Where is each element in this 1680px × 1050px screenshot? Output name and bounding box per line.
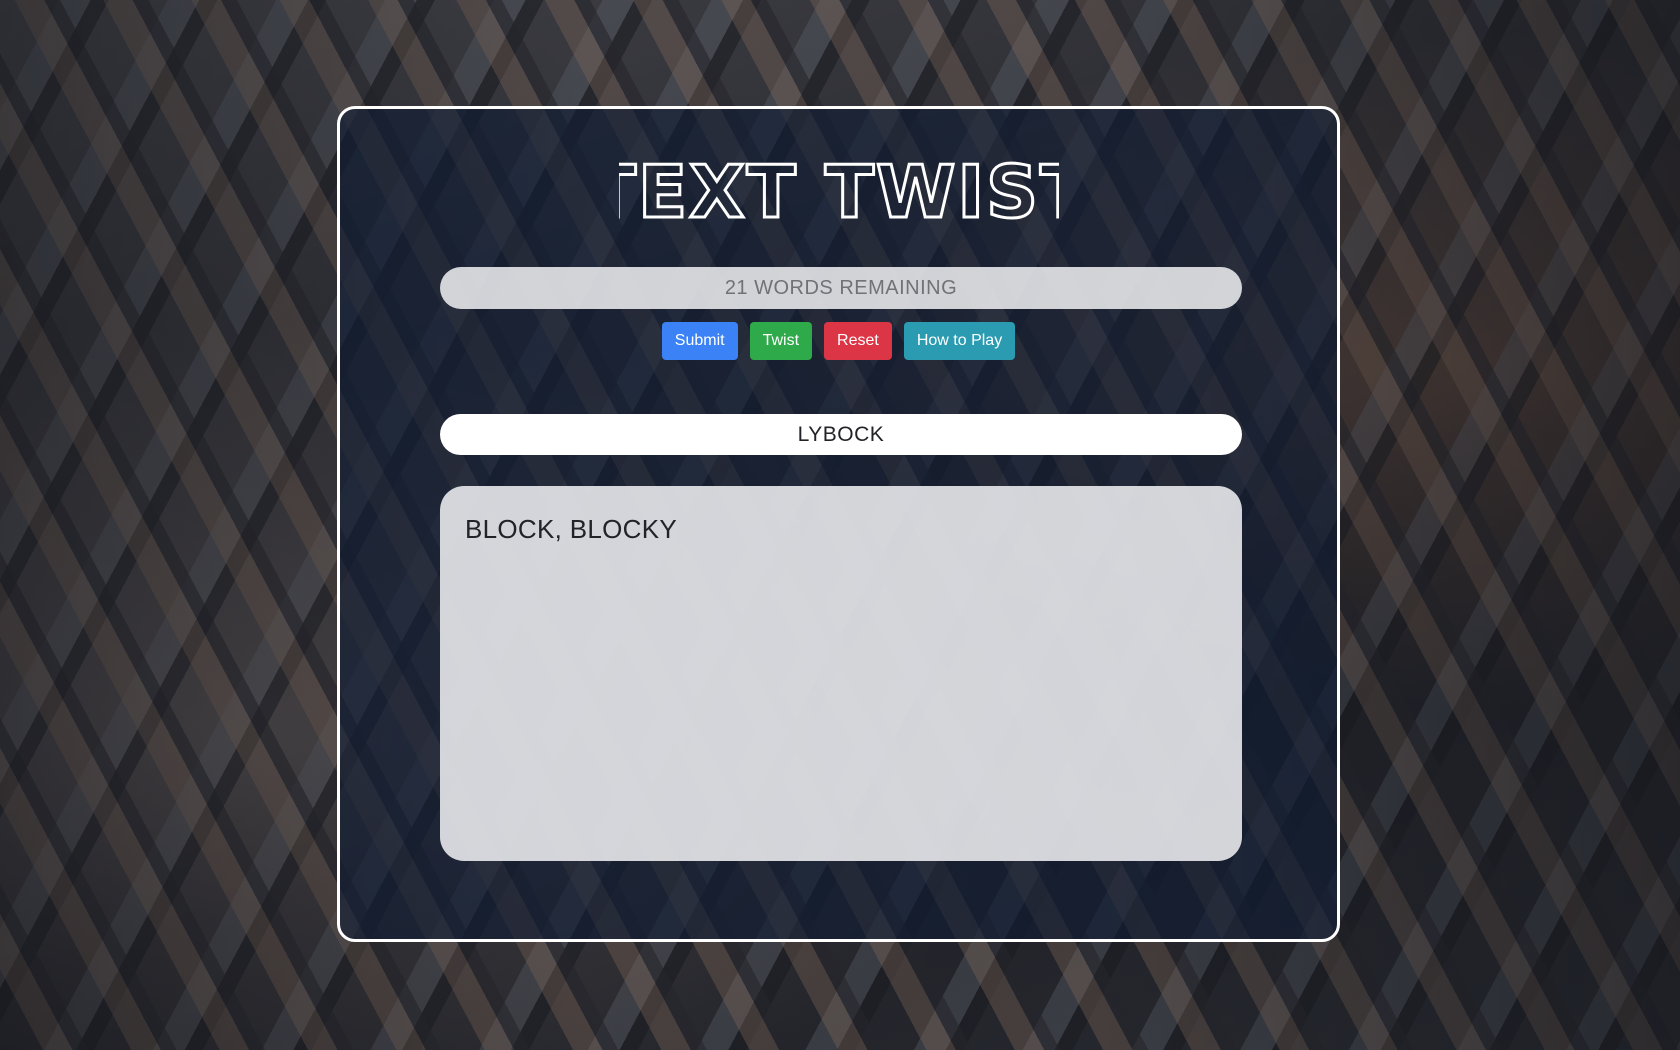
game-title: TEXT TWIST <box>340 155 1337 235</box>
action-buttons: Submit Twist Reset How to Play <box>340 322 1337 360</box>
game-panel: TEXT TWIST 21 WORDS REMAINING Submit Twi… <box>337 106 1340 942</box>
words-remaining-bar: 21 WORDS REMAINING <box>440 267 1242 309</box>
reset-button[interactable]: Reset <box>824 322 892 360</box>
title-text: TEXT TWIST <box>619 155 1059 225</box>
found-words-list: BLOCK, BLOCKY <box>465 514 677 544</box>
how-to-play-button[interactable]: How to Play <box>903 322 1016 360</box>
submit-button[interactable]: Submit <box>661 322 738 360</box>
title-logo: TEXT TWIST <box>619 155 1059 225</box>
twist-button[interactable]: Twist <box>749 322 813 360</box>
found-words-box: BLOCK, BLOCKY <box>440 486 1242 861</box>
letters-input[interactable]: LYBOCK <box>440 414 1242 455</box>
